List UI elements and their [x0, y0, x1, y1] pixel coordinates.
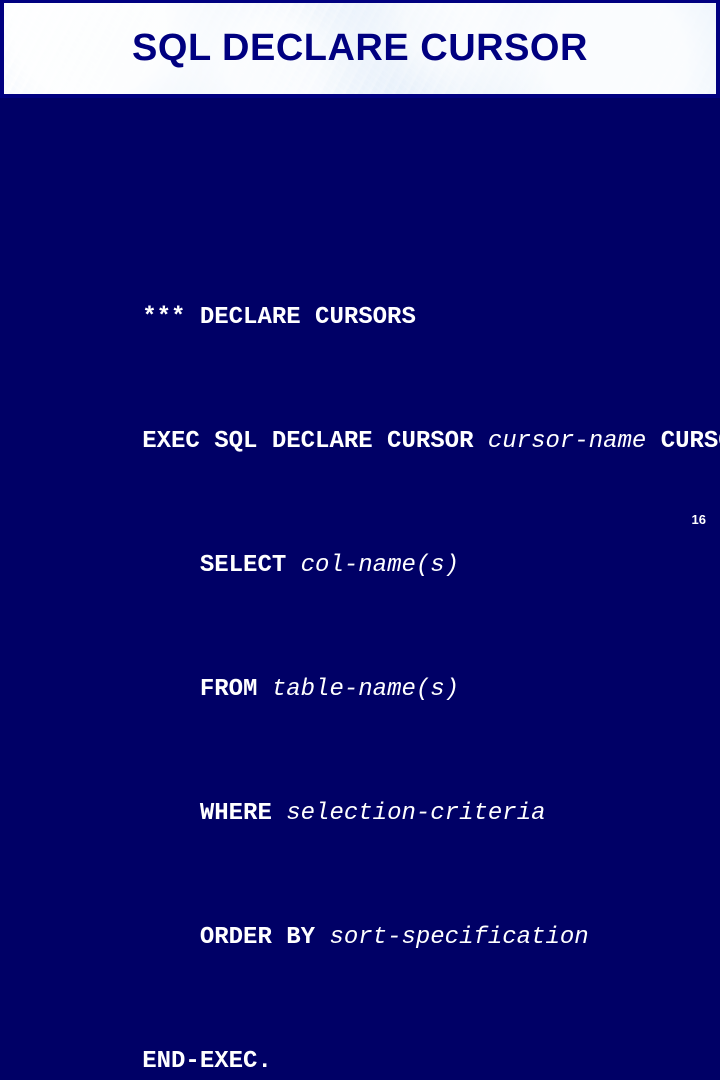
page-number: 16 — [691, 512, 706, 527]
code-placeholder: col-name(s) — [300, 552, 460, 579]
slide-header-banner: SQL DECLARE CURSOR — [0, 0, 720, 98]
code-line: SELECT col-name(s) — [27, 519, 720, 579]
code-keyword: FROM — [199, 676, 272, 703]
code-placeholder: sort-specification — [329, 924, 589, 951]
code-keyword: SELECT — [199, 552, 301, 579]
code-placeholder: selection-criteria — [286, 800, 546, 827]
code-keyword: *** DECLARE CURSORS — [142, 304, 416, 331]
code-keyword: END-EXEC. — [142, 1048, 272, 1075]
code-placeholder: table-name(s) — [271, 676, 460, 703]
code-line: EXEC SQL DECLARE CURSOR cursor-name CURS… — [27, 395, 720, 455]
code-placeholder: cursor-name — [487, 428, 647, 455]
sql-code-block: *** DECLARE CURSORS EXEC SQL DECLARE CUR… — [27, 178, 720, 1080]
slide-body: *** DECLARE CURSORS EXEC SQL DECLARE CUR… — [0, 98, 720, 1075]
page-title: SQL DECLARE CURSOR — [132, 26, 588, 69]
code-line: FROM table-name(s) — [27, 643, 720, 703]
code-line: END-EXEC. — [27, 1015, 720, 1075]
code-line: *** DECLARE CURSORS — [27, 271, 720, 331]
code-keyword: ORDER BY — [199, 924, 330, 951]
code-trailing: CURSOR FOR — [660, 428, 720, 455]
code-line: ORDER BY sort-specification — [27, 891, 720, 951]
code-keyword: EXEC SQL DECLARE CURSOR — [142, 428, 488, 455]
code-line: WHERE selection-criteria — [27, 767, 720, 827]
code-keyword: WHERE — [199, 800, 287, 827]
presentation-slide: SQL DECLARE CURSOR *** DECLARE CURSORS E… — [0, 0, 720, 1075]
